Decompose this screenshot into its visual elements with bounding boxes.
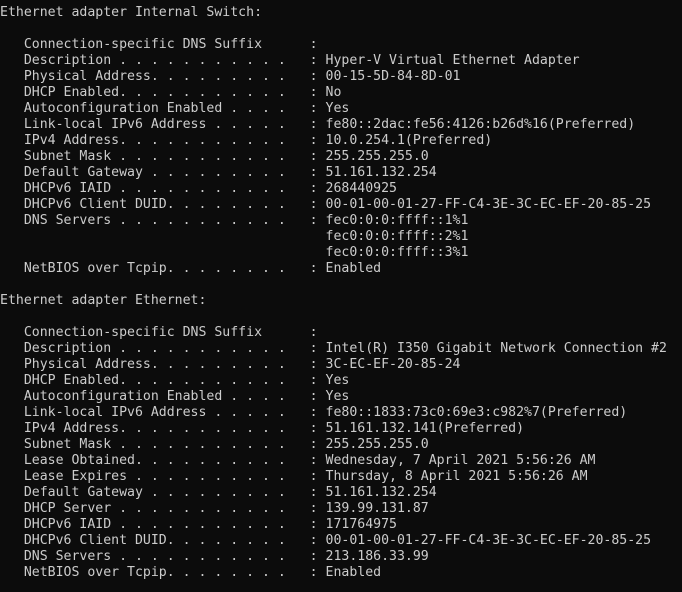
detail-row: Physical Address. . . . . . . . . : 00-1… <box>0 69 461 84</box>
terminal-output[interactable]: Ethernet adapter Internal Switch: Connec… <box>0 0 682 592</box>
detail-row: DHCPv6 IAID . . . . . . . . . . . : 2684… <box>0 181 397 196</box>
heading-spacer <box>0 309 682 325</box>
detail-row: Link-local IPv6 Address . . . . . : fe80… <box>0 117 636 132</box>
detail-row: IPv4 Address. . . . . . . . . . . : 51.1… <box>0 421 525 436</box>
detail-row: DHCP Enabled. . . . . . . . . . . : No <box>0 85 342 100</box>
detail-row: Lease Obtained. . . . . . . . . . : Wedn… <box>0 453 596 468</box>
detail-row: NetBIOS over Tcpip. . . . . . . . : Enab… <box>0 261 382 276</box>
detail-row: DNS Servers . . . . . . . . . . . : fec0… <box>0 213 469 228</box>
detail-row: Subnet Mask . . . . . . . . . . . : 255.… <box>0 149 429 164</box>
detail-row: Subnet Mask . . . . . . . . . . . : 255.… <box>0 437 429 452</box>
detail-row: Lease Expires . . . . . . . . . . : Thur… <box>0 469 588 484</box>
adapter-heading: Ethernet adapter Ethernet: <box>0 293 207 308</box>
heading-spacer <box>0 21 682 37</box>
detail-row-continuation: fec0:0:0:ffff::2%1 <box>0 229 469 244</box>
detail-row: Autoconfiguration Enabled . . . . : Yes <box>0 101 350 116</box>
detail-row: Physical Address. . . . . . . . . : 3C-E… <box>0 357 461 372</box>
detail-row-continuation: fec0:0:0:ffff::3%1 <box>0 245 469 260</box>
detail-row: DHCP Enabled. . . . . . . . . . . : Yes <box>0 373 350 388</box>
detail-row: Default Gateway . . . . . . . . . : 51.1… <box>0 485 437 500</box>
detail-row: Default Gateway . . . . . . . . . : 51.1… <box>0 165 437 180</box>
detail-row: IPv4 Address. . . . . . . . . . . : 10.0… <box>0 133 493 148</box>
detail-row: Description . . . . . . . . . . . : Hype… <box>0 53 580 68</box>
detail-row: DNS Servers . . . . . . . . . . . : 213.… <box>0 549 429 564</box>
adapter-heading: Ethernet adapter Internal Switch: <box>0 5 263 20</box>
detail-row: Description . . . . . . . . . . . : Inte… <box>0 341 667 356</box>
detail-row: Connection-specific DNS Suffix : <box>0 325 318 340</box>
detail-row: Connection-specific DNS Suffix : <box>0 37 318 52</box>
detail-row: DHCP Server . . . . . . . . . . . : 139.… <box>0 501 429 516</box>
detail-row: DHCPv6 Client DUID. . . . . . . . : 00-0… <box>0 533 652 548</box>
detail-row: DHCPv6 IAID . . . . . . . . . . . : 1717… <box>0 517 397 532</box>
detail-row: Autoconfiguration Enabled . . . . : Yes <box>0 389 350 404</box>
detail-row: NetBIOS over Tcpip. . . . . . . . : Enab… <box>0 565 382 580</box>
detail-row: Link-local IPv6 Address . . . . . : fe80… <box>0 405 628 420</box>
detail-row: DHCPv6 Client DUID. . . . . . . . : 00-0… <box>0 197 652 212</box>
